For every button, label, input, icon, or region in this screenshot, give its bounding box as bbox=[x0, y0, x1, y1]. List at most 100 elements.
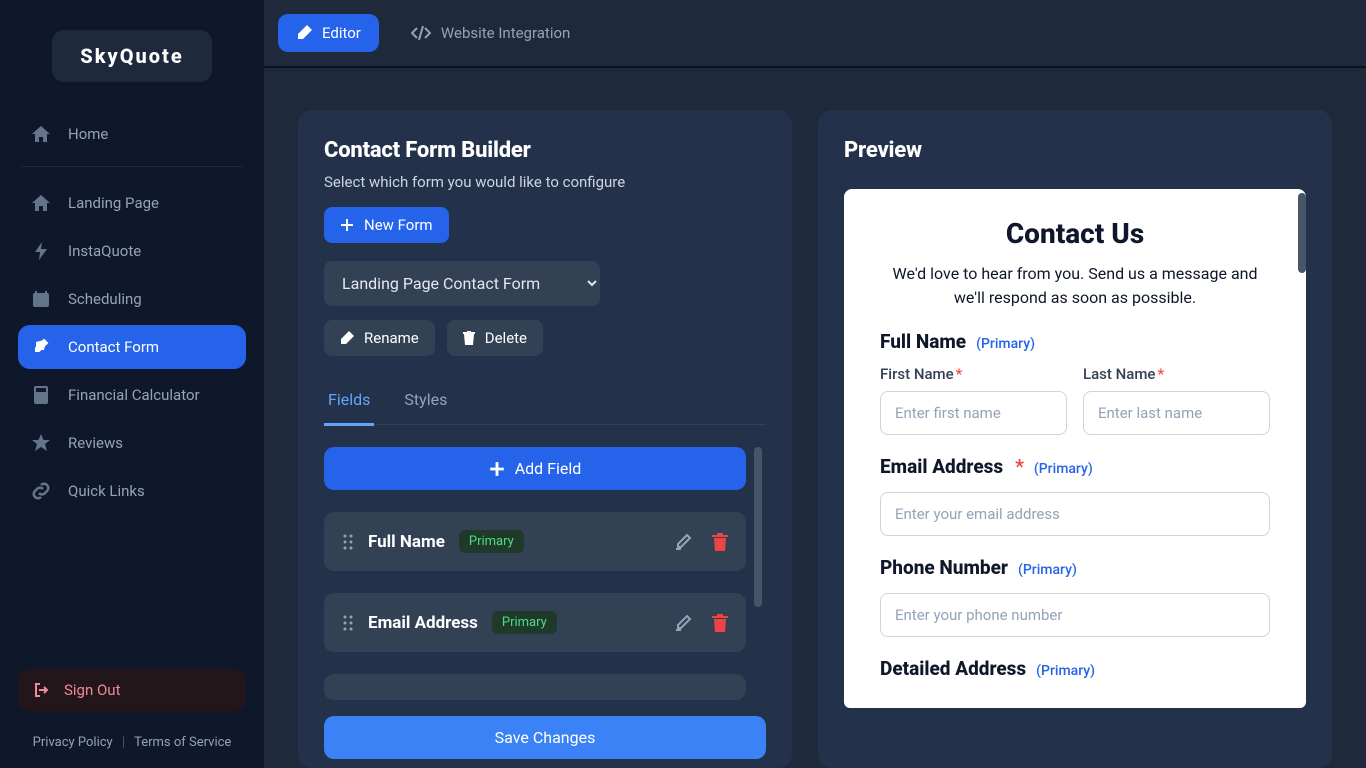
field-heading: Email Address bbox=[880, 455, 1003, 478]
form-select[interactable]: Landing Page Contact Form bbox=[324, 261, 600, 306]
input-label: First Name bbox=[880, 365, 954, 383]
preview-field-email: Email Address * (Primary) bbox=[880, 455, 1270, 536]
sidebar-item-landing[interactable]: Landing Page bbox=[18, 181, 246, 225]
button-label: Save Changes bbox=[495, 728, 596, 747]
plus-icon bbox=[489, 461, 505, 477]
preview-form-desc: We'd love to hear from you. Send us a me… bbox=[880, 262, 1270, 310]
save-row: Save Changes bbox=[324, 716, 766, 759]
required-star: * bbox=[1157, 365, 1164, 383]
star-icon bbox=[32, 434, 50, 452]
app-logo: SkyQuote bbox=[52, 30, 211, 82]
sidebar-item-label: Scheduling bbox=[68, 290, 142, 308]
calculator-icon bbox=[32, 386, 50, 404]
tab-label: Editor bbox=[322, 24, 361, 42]
delete-field-button[interactable] bbox=[712, 533, 728, 551]
edit-icon bbox=[340, 331, 354, 345]
pencil-icon bbox=[296, 25, 312, 41]
sidebar-item-contact-form[interactable]: Contact Form bbox=[18, 325, 246, 369]
primary-tag: (Primary) bbox=[976, 336, 1035, 352]
field-actions bbox=[674, 614, 728, 632]
terms-link[interactable]: Terms of Service bbox=[134, 735, 231, 750]
sidebar: SkyQuote Home Landing Page InstaQuote Sc… bbox=[0, 0, 264, 768]
main: Editor Website Integration Contact Form … bbox=[264, 0, 1366, 768]
plus-icon bbox=[340, 218, 354, 232]
sidebar-divider bbox=[22, 166, 242, 167]
sidebar-item-scheduling[interactable]: Scheduling bbox=[18, 277, 246, 321]
field-card: Full Name Primary bbox=[324, 512, 746, 571]
logo-wrap: SkyQuote bbox=[8, 0, 256, 102]
button-label: Rename bbox=[364, 329, 419, 347]
code-icon bbox=[411, 26, 431, 40]
sidebar-item-label: Home bbox=[68, 125, 108, 143]
primary-tag: (Primary) bbox=[1034, 461, 1093, 477]
primary-badge: Primary bbox=[459, 530, 524, 553]
scrollbar-thumb[interactable] bbox=[1298, 193, 1306, 273]
tab-integration[interactable]: Website Integration bbox=[393, 14, 588, 52]
scrollbar-thumb[interactable] bbox=[754, 447, 762, 607]
sidebar-item-quicklinks[interactable]: Quick Links bbox=[18, 469, 246, 513]
sidebar-item-reviews[interactable]: Reviews bbox=[18, 421, 246, 465]
primary-tag: (Primary) bbox=[1036, 663, 1095, 679]
field-label: Email Address bbox=[368, 613, 478, 633]
required-star: * bbox=[1015, 455, 1024, 478]
primary-tag: (Primary) bbox=[1018, 562, 1077, 578]
field-heading: Full Name bbox=[880, 330, 966, 353]
phone-input[interactable] bbox=[880, 593, 1270, 637]
footer-separator: | bbox=[122, 735, 125, 750]
field-actions bbox=[674, 533, 728, 551]
sidebar-item-label: Landing Page bbox=[68, 194, 159, 212]
button-label: New Form bbox=[364, 216, 433, 234]
field-heading: Phone Number bbox=[880, 556, 1008, 579]
primary-badge: Primary bbox=[492, 611, 557, 634]
field-card: Email Address Primary bbox=[324, 593, 746, 652]
new-form-button[interactable]: New Form bbox=[324, 207, 449, 243]
sidebar-item-label: Contact Form bbox=[68, 338, 159, 356]
add-field-button[interactable]: Add Field bbox=[324, 447, 746, 490]
signout-label: Sign Out bbox=[64, 681, 120, 699]
field-card-partial bbox=[324, 674, 746, 700]
preview-form-title: Contact Us bbox=[880, 217, 1270, 250]
input-label: Last Name bbox=[1083, 365, 1155, 383]
delete-field-button[interactable] bbox=[712, 614, 728, 632]
delete-button[interactable]: Delete bbox=[447, 320, 543, 356]
save-changes-button[interactable]: Save Changes bbox=[324, 716, 766, 759]
sidebar-item-instaquote[interactable]: InstaQuote bbox=[18, 229, 246, 273]
sidebar-item-label: Quick Links bbox=[68, 482, 145, 500]
builder-subtitle: Select which form you would like to conf… bbox=[324, 173, 766, 191]
topbar: Editor Website Integration bbox=[264, 0, 1366, 68]
button-label: Delete bbox=[485, 329, 527, 347]
preview-heading: Preview bbox=[844, 138, 1306, 163]
field-heading: Detailed Address bbox=[880, 657, 1026, 680]
edit-field-button[interactable] bbox=[674, 533, 692, 551]
tab-editor[interactable]: Editor bbox=[278, 14, 379, 52]
footer-links: Privacy Policy | Terms of Service bbox=[8, 723, 256, 768]
edit-icon bbox=[32, 338, 50, 356]
preview-card: Contact Us We'd love to hear from you. S… bbox=[844, 189, 1306, 708]
signout-wrap: Sign Out bbox=[8, 669, 256, 723]
fields-area: Add Field Full Name Primary Email Addres… bbox=[324, 447, 766, 716]
privacy-link[interactable]: Privacy Policy bbox=[33, 735, 113, 750]
drag-handle-icon[interactable] bbox=[342, 615, 354, 631]
subtab-fields[interactable]: Fields bbox=[324, 380, 374, 426]
subtab-styles[interactable]: Styles bbox=[400, 380, 451, 424]
first-name-input[interactable] bbox=[880, 391, 1067, 435]
tab-label: Website Integration bbox=[441, 24, 570, 42]
calendar-icon bbox=[32, 290, 50, 308]
edit-field-button[interactable] bbox=[674, 614, 692, 632]
signout-button[interactable]: Sign Out bbox=[18, 669, 246, 711]
email-input[interactable] bbox=[880, 492, 1270, 536]
drag-handle-icon[interactable] bbox=[342, 534, 354, 550]
sidebar-item-label: Financial Calculator bbox=[68, 386, 200, 404]
builder-title: Contact Form Builder bbox=[324, 138, 766, 163]
last-name-input[interactable] bbox=[1083, 391, 1270, 435]
rename-button[interactable]: Rename bbox=[324, 320, 435, 356]
sidebar-item-financial[interactable]: Financial Calculator bbox=[18, 373, 246, 417]
sidebar-item-home[interactable]: Home bbox=[18, 112, 246, 156]
link-icon bbox=[32, 482, 50, 500]
preview-wrap: Contact Us We'd love to hear from you. S… bbox=[844, 189, 1306, 740]
preview-field-address: Detailed Address (Primary) bbox=[880, 657, 1270, 680]
preview-field-fullname: Full Name (Primary) First Name * Last Nam… bbox=[880, 330, 1270, 435]
sidebar-item-label: Reviews bbox=[68, 434, 123, 452]
builder-subtabs: Fields Styles bbox=[324, 380, 766, 425]
button-label: Add Field bbox=[515, 459, 582, 478]
